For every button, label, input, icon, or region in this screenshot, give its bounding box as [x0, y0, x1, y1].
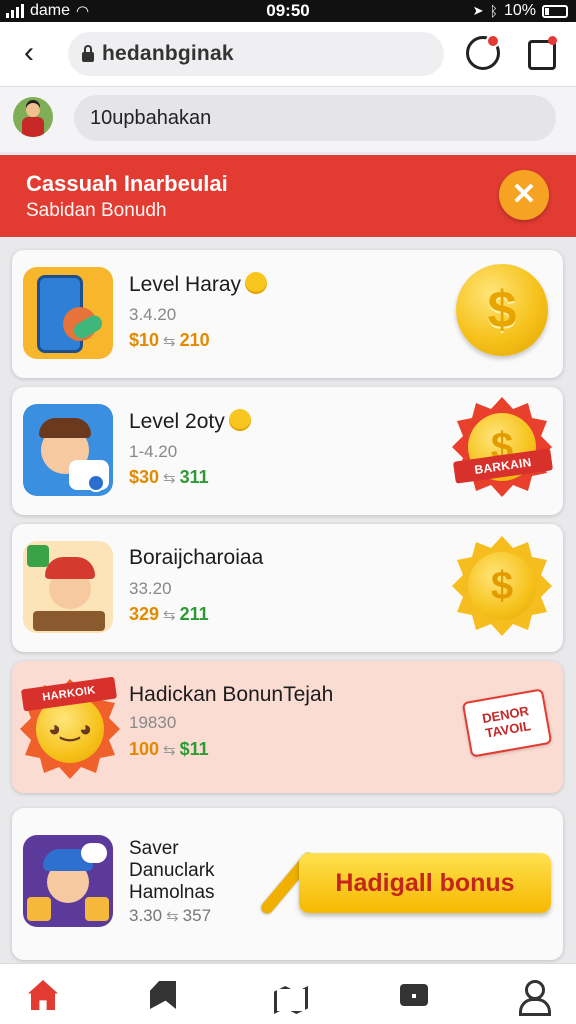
map-icon[interactable] — [272, 978, 306, 1012]
search-row — [0, 86, 576, 152]
item-count: 19830 — [129, 713, 177, 732]
app-thumbnail — [23, 835, 113, 927]
battery-label: 10% — [503, 2, 536, 19]
share-icon[interactable] — [528, 36, 557, 70]
refresh-icon[interactable] — [466, 34, 500, 70]
item-title: Hadickan BonunTejah — [129, 683, 334, 706]
app-thumbnail — [23, 267, 113, 359]
item-title: Saver Danuclark Hamolnas — [129, 838, 215, 903]
item-count: 3.4.20 — [129, 305, 177, 324]
bookmark-icon[interactable] — [146, 978, 180, 1012]
location-icon: ➤ — [472, 3, 484, 18]
promo-banner: Cassuah Inarbeulai Sabidan Bonudh — [0, 155, 576, 237]
close-icon: ✕ — [511, 178, 537, 211]
home-icon[interactable] — [26, 978, 60, 1012]
list-item[interactable]: Level Haray 3.4.20 $10 ⇆ 210 $ — [12, 250, 563, 378]
back-button[interactable]: ‹ — [14, 36, 44, 72]
item-price: $10 ⇆ 210 — [129, 330, 210, 350]
app-thumbnail — [23, 404, 113, 496]
bluetooth-icon: ᛒ — [489, 3, 498, 19]
bonus-button[interactable]: Hadigall bonus — [299, 853, 551, 913]
emoji-icon — [228, 409, 251, 431]
app-thumbnail — [23, 541, 113, 633]
url-text: hedanbginak — [102, 42, 234, 65]
item-price: 100 ⇆ $11 — [129, 739, 209, 759]
status-bar: dame ◠ 09:50 ➤ ᛒ 10% — [0, 0, 576, 22]
item-price: 3.30 ⇆ 357 — [129, 906, 212, 925]
bottom-navigation — [0, 963, 576, 1024]
close-button[interactable]: ✕ — [499, 170, 549, 220]
coin-icon[interactable]: $ — [452, 536, 552, 636]
item-price: 329 ⇆ 211 — [129, 604, 209, 624]
banner-title: Cassuah Inarbeulai — [26, 171, 228, 196]
item-count: 1-4.20 — [129, 442, 178, 461]
profile-icon[interactable] — [516, 978, 551, 1016]
item-title: Level Haray — [129, 272, 268, 297]
item-count: 33.20 — [129, 579, 172, 598]
coin-icon[interactable]: $ — [456, 264, 548, 356]
battery-icon — [542, 4, 568, 18]
banner-subtitle: Sabidan Bonudh — [26, 200, 167, 221]
item-price: $30 ⇆ 311 — [129, 467, 209, 487]
chat-icon[interactable] — [398, 978, 432, 1012]
back-icon: ‹ — [24, 36, 34, 69]
avatar[interactable] — [13, 97, 53, 137]
item-title: Boraijcharoiaa — [129, 546, 264, 569]
url-field[interactable]: hedanbginak — [68, 32, 444, 76]
search-input[interactable] — [74, 95, 556, 141]
browser-toolbar: ‹ hedanbginak — [0, 22, 576, 86]
emoji-icon — [245, 272, 268, 294]
list-item[interactable]: Boraijcharoiaa 33.20 329 ⇆ 211 $ — [12, 524, 563, 652]
item-title: Level 2oty — [129, 409, 251, 434]
list-item[interactable]: Level 2oty 1-4.20 $30 ⇆ 311 $ BARKAIN — [12, 387, 563, 515]
lock-icon — [82, 44, 94, 62]
